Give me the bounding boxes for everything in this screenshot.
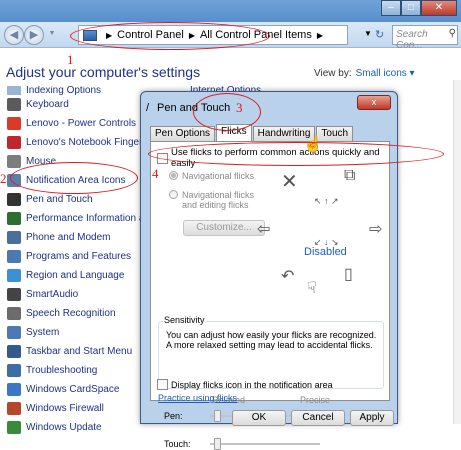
pen-label: Pen:	[164, 411, 183, 421]
annotation-ellipse	[70, 22, 270, 50]
list-item-label: Lenovo - Power Controls	[26, 118, 137, 129]
search-input[interactable]: Search Con... ⚲	[392, 25, 458, 51]
refresh-icon[interactable]: ↻	[375, 28, 384, 41]
delete-icon: ✕	[281, 171, 298, 193]
item-icon	[7, 86, 21, 95]
back-icon: ⇦	[257, 221, 271, 238]
view-by: View by: Small icons ▾	[314, 68, 415, 79]
search-icon[interactable]: ⚲	[449, 28, 456, 39]
navigational-flicks-radio[interactable]: Navigational flicks	[169, 171, 254, 181]
item-icon	[7, 383, 21, 396]
list-item[interactable]: Keyboard	[3, 95, 149, 114]
item-icon	[7, 155, 21, 168]
pen-and-touch-dialog: / Pen and Touch x Pen Options Flicks Han…	[140, 91, 398, 450]
list-item-label: Troubleshooting	[26, 365, 98, 376]
item-icon	[7, 288, 21, 301]
list-item[interactable]: Taskbar and Start Menu	[3, 342, 149, 361]
address-dropdown-icon[interactable]: ▼	[364, 29, 372, 38]
item-icon	[7, 402, 21, 415]
list-item-label: System	[26, 327, 60, 338]
list-item[interactable]: Lenovo - Power Controls	[3, 114, 149, 133]
touch-label: Touch:	[164, 439, 191, 449]
list-item-label: Programs and Features	[26, 251, 132, 262]
annotation-ellipse	[10, 162, 138, 194]
forward-icon: ⇨	[369, 221, 383, 238]
control-panel-items: Indexing Options Keyboard Lenovo - Power C…	[3, 86, 149, 437]
item-icon	[7, 345, 21, 358]
undo-icon: ↶	[281, 268, 295, 285]
item-icon	[7, 212, 21, 225]
item-icon	[7, 231, 21, 244]
back-button[interactable]: ◀	[4, 25, 24, 45]
view-by-dropdown[interactable]: Small icons ▾	[356, 68, 415, 79]
annotation-4: 4	[152, 166, 159, 181]
minimize-button[interactable]: –	[381, 0, 401, 16]
item-icon	[7, 269, 21, 282]
close-button[interactable]: ✕	[421, 0, 457, 16]
customize-button[interactable]: Customize...	[183, 220, 265, 236]
list-item-label: Indexing Options	[26, 86, 102, 95]
flicks-panel: Use flicks to perform common actions qui…	[150, 136, 390, 401]
display-flicks-icon-checkbox[interactable]: Display flicks icon in the notification …	[157, 379, 333, 390]
touch-slider-thumb[interactable]	[214, 438, 221, 450]
paste-icon: ▯	[344, 266, 353, 283]
maximize-button[interactable]: □	[401, 0, 421, 16]
list-item-label: Pen and Touch	[26, 194, 93, 205]
annotation-2: 2	[0, 171, 7, 186]
list-item-label: Lenovo's Notebook Fingerpri	[26, 137, 149, 148]
list-item[interactable]: Indexing Options	[3, 86, 149, 95]
annotation-1: 1	[67, 52, 74, 67]
item-icon	[7, 250, 21, 263]
list-item[interactable]: Windows Firewall	[3, 399, 149, 418]
annotation-ellipse	[148, 142, 444, 166]
dialog-tabs: Pen Options Flicks Handwriting Touch	[150, 124, 354, 141]
flicks-status: Disabled	[304, 246, 347, 258]
list-item-label: Keyboard	[26, 99, 69, 110]
list-item-label: Windows Firewall	[26, 403, 104, 414]
list-item[interactable]: Windows Update	[3, 418, 149, 437]
editing-flicks-radio[interactable]: Navigational flicks and editing flicks	[169, 190, 261, 210]
list-item[interactable]: Performance Information and	[3, 209, 149, 228]
list-item[interactable]: System	[3, 323, 149, 342]
list-item-label: Windows CardSpace	[26, 384, 120, 395]
list-item[interactable]: Region and Language	[3, 266, 149, 285]
item-icon	[7, 117, 21, 130]
copy-icon: ⧉	[344, 167, 356, 184]
tab-pen-options[interactable]: Pen Options	[150, 126, 216, 141]
vertical-scrollbar[interactable]	[453, 80, 461, 424]
hand-icon: ☟	[307, 280, 317, 297]
list-item[interactable]: Phone and Modem	[3, 228, 149, 247]
list-item-label: Performance Information and	[26, 213, 149, 224]
list-item[interactable]: SmartAudio	[3, 285, 149, 304]
annotation-ellipse	[193, 93, 261, 131]
touch-slider[interactable]	[210, 443, 320, 445]
item-icon	[7, 307, 21, 320]
page-title: Adjust your computer's settings	[6, 64, 201, 80]
forward-button[interactable]: ▶	[24, 25, 44, 45]
recent-pages-icon[interactable]: ▼	[46, 25, 58, 45]
item-icon	[7, 421, 21, 434]
arrows-icon: ↖ ↑ ↗	[314, 196, 339, 206]
practice-flicks-link[interactable]: Practice using flicks	[158, 393, 237, 403]
list-item-label: SmartAudio	[26, 289, 79, 300]
list-item[interactable]: Speech Recognition	[3, 304, 149, 323]
dialog-close-button[interactable]: x	[357, 95, 391, 110]
list-item-label: Region and Language	[26, 270, 125, 281]
list-item[interactable]: Troubleshooting	[3, 361, 149, 380]
window-controls: – □ ✕	[381, 0, 457, 16]
item-icon	[7, 193, 21, 206]
pen-icon: /	[146, 102, 150, 114]
item-icon	[7, 326, 21, 339]
annotation-3: 3	[236, 100, 243, 115]
list-item-label: Phone and Modem	[26, 232, 111, 243]
list-item-label: Taskbar and Start Menu	[26, 346, 133, 357]
item-icon	[7, 98, 21, 111]
list-item[interactable]: Windows CardSpace	[3, 380, 149, 399]
item-icon	[7, 136, 21, 149]
list-item[interactable]: Programs and Features	[3, 247, 149, 266]
pen-slider-thumb[interactable]	[214, 410, 221, 422]
item-icon	[7, 364, 21, 377]
list-item-label: Speech Recognition	[26, 308, 116, 319]
list-item[interactable]: Lenovo's Notebook Fingerpri	[3, 133, 149, 152]
